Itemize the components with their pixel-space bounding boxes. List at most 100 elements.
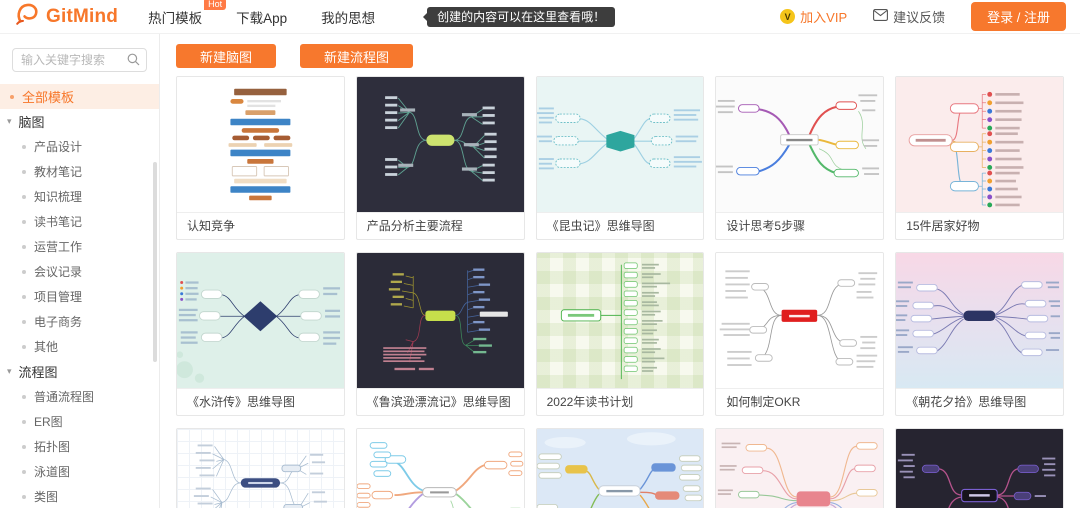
sidebar-item-class-diagram[interactable]: 类图 <box>0 484 159 508</box>
sidebar-item-product-design[interactable]: 产品设计 <box>0 134 159 159</box>
sidebar-item-reading-notes[interactable]: 读书笔记 <box>0 209 159 234</box>
template-card[interactable]: 2022年读书计划 <box>536 252 705 416</box>
top-navbar: GitMind 热门模板 Hot 下载App 我的思想 创建的内容可以在这里查看… <box>0 0 1080 34</box>
sidebar-item-all-templates[interactable]: 全部模板 <box>0 84 159 109</box>
template-thumbnail <box>716 429 883 508</box>
template-category-list: 全部模板 ▾ 脑图 产品设计 教材笔记 知识梳理 读书笔记 运营工作 会议记录 … <box>0 84 159 508</box>
bullet-dot <box>22 245 26 249</box>
sidebar-item-meeting-minutes[interactable]: 会议记录 <box>0 259 159 284</box>
bullet-dot <box>22 145 26 149</box>
hot-badge: Hot <box>204 0 226 10</box>
sidebar-item-textbook-notes[interactable]: 教材笔记 <box>0 159 159 184</box>
sidebar-group-mindmap[interactable]: ▾ 脑图 <box>0 109 159 134</box>
bullet-dot <box>22 220 26 224</box>
app-window: GitMind 热门模板 Hot 下载App 我的思想 创建的内容可以在这里查看… <box>0 0 1080 508</box>
bullet-dot <box>22 470 26 474</box>
sidebar-search <box>12 48 147 72</box>
bullet-dot <box>22 320 26 324</box>
search-icon[interactable] <box>127 53 140 71</box>
template-title: 设计思考5步骤 <box>716 212 883 239</box>
vip-icon: V <box>780 9 795 24</box>
template-thumbnail <box>896 253 1063 388</box>
template-thumbnail <box>537 77 704 212</box>
template-card[interactable]: 设计思考5步骤 <box>715 76 884 240</box>
template-title: 《朝花夕拾》思维导图 <box>896 388 1063 415</box>
template-title: 《水浒传》思维导图 <box>177 388 344 415</box>
template-title: 认知竞争 <box>177 212 344 239</box>
bullet-dot <box>22 420 26 424</box>
nav-my-ideas[interactable]: 我的思想 <box>321 7 375 27</box>
bullet-dot <box>22 445 26 449</box>
template-card[interactable]: 认知竞争 <box>176 76 345 240</box>
template-thumbnail <box>177 77 344 212</box>
template-card[interactable] <box>895 428 1064 508</box>
template-card[interactable] <box>715 428 884 508</box>
bullet-dot <box>22 395 26 399</box>
template-card[interactable] <box>536 428 705 508</box>
sidebar-item-operations[interactable]: 运营工作 <box>0 234 159 259</box>
feedback-button[interactable]: 建议反馈 <box>873 7 945 26</box>
bullet-dot <box>22 495 26 499</box>
template-thumbnail <box>357 77 524 212</box>
chevron-down-icon: ▾ <box>7 116 12 127</box>
sidebar-item-swimlane[interactable]: 泳道图 <box>0 459 159 484</box>
gitmind-logo-text: GitMind <box>46 6 118 28</box>
new-flowchart-button[interactable]: 新建流程图 <box>300 44 413 68</box>
template-card[interactable]: 产品分析主要流程 <box>356 76 525 240</box>
template-title: 15件居家好物 <box>896 212 1063 239</box>
header-right: V 加入VIP 建议反馈 登录 / 注册 <box>780 2 1066 31</box>
template-card[interactable] <box>356 428 525 508</box>
nav-hot-templates[interactable]: 热门模板 Hot <box>148 7 202 27</box>
sidebar-item-knowledge[interactable]: 知识梳理 <box>0 184 159 209</box>
sidebar: 全部模板 ▾ 脑图 产品设计 教材笔记 知识梳理 读书笔记 运营工作 会议记录 … <box>0 34 160 508</box>
template-title: 2022年读书计划 <box>537 388 704 415</box>
bullet-dot <box>22 270 26 274</box>
sidebar-scrollbar[interactable] <box>153 162 157 362</box>
template-title: 产品分析主要流程 <box>357 212 524 239</box>
template-thumbnail <box>896 429 1063 508</box>
gitmind-logo[interactable]: GitMind <box>14 1 118 32</box>
template-thumbnail <box>896 77 1063 212</box>
template-card[interactable] <box>176 428 345 508</box>
template-title: 如何制定OKR <box>716 388 883 415</box>
new-mindmap-button[interactable]: 新建脑图 <box>176 44 276 68</box>
template-thumbnail <box>357 253 524 388</box>
template-thumbnail <box>177 253 344 388</box>
template-card[interactable]: 《朝花夕拾》思维导图 <box>895 252 1064 416</box>
bullet-dot <box>22 345 26 349</box>
sidebar-group-flowchart[interactable]: ▾ 流程图 <box>0 359 159 384</box>
template-thumbnail <box>537 253 704 388</box>
bullet-dot <box>22 170 26 174</box>
my-ideas-tooltip: 创建的内容可以在这里查看哦！ <box>427 7 615 27</box>
template-card[interactable]: 《水浒传》思维导图 <box>176 252 345 416</box>
sidebar-item-topology[interactable]: 拓扑图 <box>0 434 159 459</box>
template-thumbnail <box>177 429 344 508</box>
template-title: 《昆虫记》思维导图 <box>537 212 704 239</box>
gitmind-logo-icon <box>14 1 40 32</box>
template-title: 《鲁滨逊漂流记》思维导图 <box>357 388 524 415</box>
template-card[interactable]: 《昆虫记》思维导图 <box>536 76 705 240</box>
template-thumbnail <box>716 253 883 388</box>
main-content: 新建脑图 新建流程图 <box>160 34 1080 508</box>
sidebar-item-er-diagram[interactable]: ER图 <box>0 409 159 434</box>
create-toolbar: 新建脑图 新建流程图 <box>176 44 1064 68</box>
template-thumbnail <box>716 77 883 212</box>
login-register-button[interactable]: 登录 / 注册 <box>971 2 1066 31</box>
chevron-down-icon: ▾ <box>7 366 12 377</box>
template-card[interactable]: 15件居家好物 <box>895 76 1064 240</box>
template-thumbnail <box>357 429 524 508</box>
sidebar-item-ecommerce[interactable]: 电子商务 <box>0 309 159 334</box>
join-vip-button[interactable]: V 加入VIP <box>780 7 847 26</box>
nav-download-app[interactable]: 下载App <box>236 7 287 27</box>
template-card[interactable]: 如何制定OKR <box>715 252 884 416</box>
template-card[interactable]: 《鲁滨逊漂流记》思维导图 <box>356 252 525 416</box>
sidebar-item-project-management[interactable]: 项目管理 <box>0 284 159 309</box>
sidebar-item-other[interactable]: 其他 <box>0 334 159 359</box>
main-nav: 热门模板 Hot 下载App 我的思想 创建的内容可以在这里查看哦！ <box>148 7 615 27</box>
bullet-dot <box>10 95 14 99</box>
sidebar-item-basic-flowchart[interactable]: 普通流程图 <box>0 384 159 409</box>
template-grid: 认知竞争 <box>176 76 1064 508</box>
bullet-dot <box>22 295 26 299</box>
bullet-dot <box>22 195 26 199</box>
envelope-icon <box>873 9 888 24</box>
